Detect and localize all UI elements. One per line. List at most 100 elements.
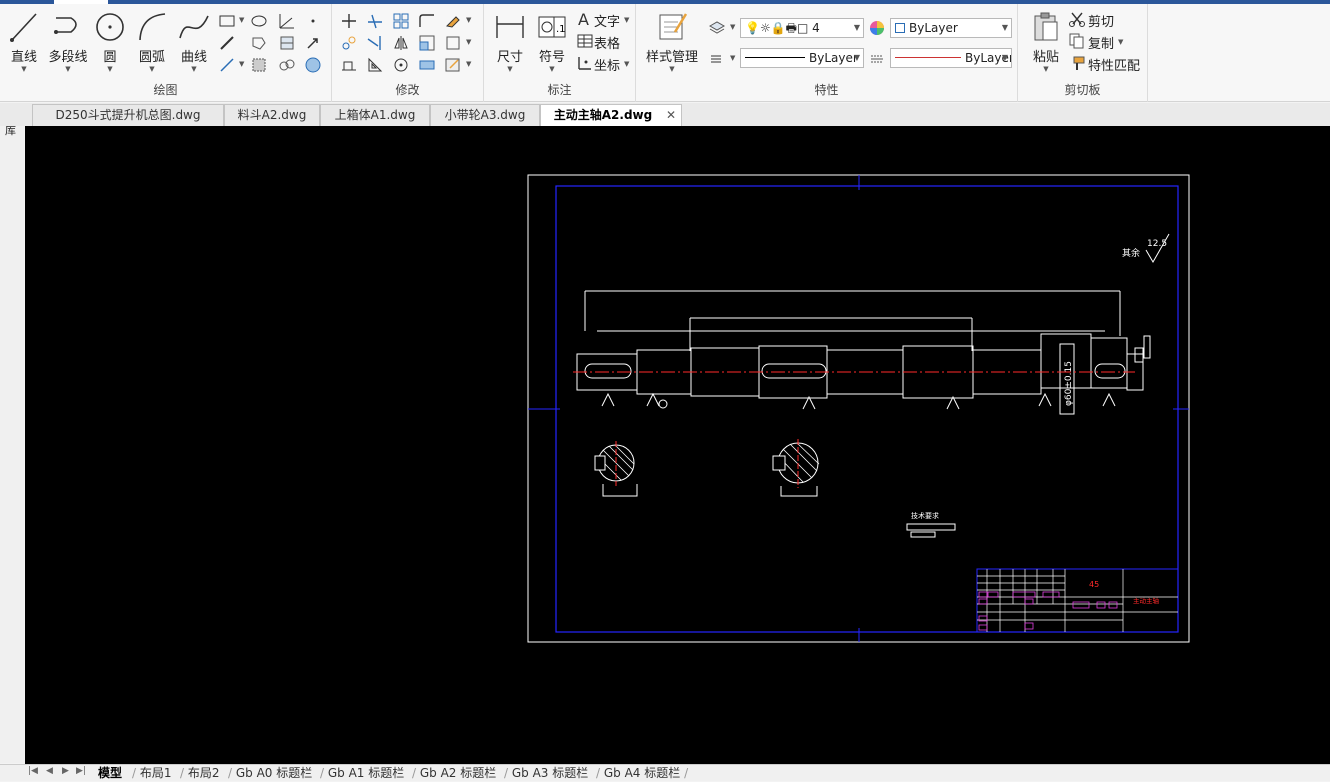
layout-tab-gb-a4[interactable]: / Gb A4 标题栏 / [596, 765, 688, 782]
join-tool[interactable] [418, 56, 436, 74]
first-tab-icon[interactable]: |◀ [28, 766, 38, 776]
match-properties-icon[interactable] [1068, 54, 1086, 72]
arc-button[interactable]: 圆弧 ▼ [132, 10, 172, 78]
curve-button[interactable]: 曲线 ▼ [174, 10, 214, 78]
layout-tab-label: Gb A2 标题栏 [419, 766, 497, 780]
hatch-line-tool[interactable] [218, 34, 236, 52]
scissors-icon[interactable] [1068, 10, 1086, 28]
cut-button[interactable]: 剪切 [1088, 11, 1114, 30]
doc-tab-0[interactable]: D250斗式提升机总图.dwg [32, 104, 224, 126]
circle-button[interactable]: 圆 ▼ [90, 10, 130, 78]
layout-tab-model[interactable]: 模型 [98, 765, 122, 782]
linetype-select[interactable]: ByLayer ▼ [740, 48, 864, 68]
layer-manager-tool[interactable] [708, 18, 726, 36]
copy-tool[interactable] [340, 34, 358, 52]
revision-cloud-tool[interactable] [278, 56, 296, 74]
layout-tab-1[interactable]: / 布局1 [132, 765, 172, 782]
chevron-down-icon[interactable]: ▼ [730, 54, 735, 62]
color-wheel-tool[interactable] [868, 19, 886, 37]
doc-tab-1[interactable]: 料斗A2.dwg [224, 104, 320, 126]
layout-tab-gb-a1[interactable]: / Gb A1 标题栏 [320, 765, 404, 782]
stretch-tool[interactable] [340, 56, 358, 74]
style-manager-button[interactable]: 样式管理 ▼ [644, 10, 700, 78]
linetype-scale-tool[interactable] [868, 50, 886, 68]
table-draw-tool[interactable] [278, 34, 296, 52]
arrow-tool[interactable] [304, 34, 322, 52]
chevron-down-icon[interactable]: ▼ [239, 60, 244, 68]
rotate-tool[interactable] [392, 56, 410, 74]
chevron-down-icon[interactable]: ▼ [730, 23, 735, 31]
chevron-down-icon[interactable]: ▼ [466, 60, 471, 68]
layout-tab-label: Gb A1 标题栏 [327, 766, 405, 780]
region-tool[interactable] [250, 34, 268, 52]
chevron-down-icon[interactable]: ▼ [624, 16, 629, 24]
explode-tool[interactable] [444, 34, 462, 52]
offset-tool[interactable] [366, 56, 384, 74]
chevron-down-icon: ▼ [669, 65, 675, 73]
move-tool[interactable] [340, 12, 358, 30]
shaft-main-view: φ60±0.15 [576, 290, 1151, 415]
move-icon [342, 14, 356, 28]
array-tool[interactable] [392, 12, 410, 30]
dimension-button[interactable]: 尺寸 ▼ [490, 10, 530, 78]
point-tool[interactable] [304, 12, 322, 30]
chevron-down-icon[interactable]: ▼ [624, 60, 629, 68]
line-icon [10, 13, 37, 42]
extend-tool[interactable] [366, 34, 384, 52]
drawing-canvas[interactable]: 其余 12.5 φ60±0.15 技术要求 45 主动主轴 [25, 126, 1330, 764]
ray-tool[interactable] [218, 56, 236, 74]
text-button[interactable]: 文字 [594, 11, 620, 30]
ribbon: 直线 ▼ 多段线 ▼ 圆 ▼ 圆弧 ▼ 曲线 ▼ ▼ ▼ 绘图 ▼ ▼ ▼ 修改… [0, 4, 1330, 102]
chevron-down-icon[interactable]: ▼ [239, 16, 244, 24]
close-icon[interactable]: ✕ [666, 105, 676, 126]
rectangle-tool[interactable] [218, 12, 236, 30]
symbol-button[interactable]: .1 符号 ▼ [532, 10, 572, 78]
lineweight-select[interactable]: ByLayer ▼ [890, 48, 1012, 68]
coordinate-button[interactable]: 坐标 [594, 55, 620, 74]
fillet-tool[interactable] [418, 12, 436, 30]
chevron-down-icon[interactable]: ▼ [466, 16, 471, 24]
doc-tab-4[interactable]: 主动主轴A2.dwg ✕ [540, 104, 682, 126]
chevron-down-icon: ▼ [191, 65, 197, 73]
ellipse-tool[interactable] [250, 12, 268, 30]
extend-icon [367, 36, 381, 50]
draw-panel: 直线 ▼ 多段线 ▼ 圆 ▼ 圆弧 ▼ 曲线 ▼ ▼ ▼ 绘图 [0, 4, 332, 102]
construction-line-tool[interactable] [278, 12, 296, 30]
copy-button[interactable]: 复制 [1088, 33, 1114, 52]
mirror-tool[interactable] [392, 34, 410, 52]
prev-tab-icon[interactable]: ◀ [46, 766, 53, 776]
layout-tab-label: Gb A3 标题栏 [511, 766, 589, 780]
layout-tab-gb-a3[interactable]: / Gb A3 标题栏 [504, 765, 588, 782]
chevron-down-icon[interactable]: ▼ [1118, 38, 1123, 46]
text-icon[interactable]: A [576, 10, 594, 29]
inner-frame [555, 185, 1179, 633]
last-tab-icon[interactable]: ▶| [76, 766, 86, 776]
table-icon[interactable] [576, 32, 594, 50]
doc-tab-3[interactable]: 小带轮A3.dwg [430, 104, 540, 126]
doc-tab-2[interactable]: 上箱体A1.dwg [320, 104, 430, 126]
table-button[interactable]: 表格 [594, 33, 620, 52]
copy-icon[interactable] [1068, 32, 1086, 50]
paste-button[interactable]: 粘贴 ▼ [1026, 10, 1066, 78]
chevron-down-icon: ▼ [507, 65, 513, 73]
coordinate-icon[interactable] [576, 54, 594, 72]
line-button[interactable]: 直线 ▼ [4, 10, 44, 78]
layout-tab-gb-a0[interactable]: / Gb A0 标题栏 [228, 765, 312, 782]
layout-tab-gb-a2[interactable]: / Gb A2 标题栏 [412, 765, 496, 782]
next-tab-icon[interactable]: ▶ [62, 766, 69, 776]
library-strip[interactable]: 图库 [0, 103, 24, 763]
scale-tool[interactable] [418, 34, 436, 52]
chevron-down-icon[interactable]: ▼ [466, 38, 471, 46]
color-select[interactable]: ByLayer ▼ [890, 18, 1012, 38]
layer-select[interactable]: 💡☼🔒🖶□ 4 ▼ [740, 18, 864, 38]
edit-tool[interactable] [444, 56, 462, 74]
trim-tool[interactable] [366, 12, 384, 30]
gradient-tool[interactable] [304, 56, 322, 74]
polyline-button[interactable]: 多段线 ▼ [46, 10, 90, 78]
layout-tab-2[interactable]: / 布局2 [180, 765, 220, 782]
cad-drawing: 其余 12.5 φ60±0.15 技术要求 45 主动主轴 [527, 174, 1190, 643]
erase-tool[interactable] [444, 12, 462, 30]
lineweight-tool[interactable] [708, 50, 726, 68]
boundary-tool[interactable] [250, 56, 268, 74]
match-properties-button[interactable]: 特性匹配 [1088, 55, 1140, 74]
